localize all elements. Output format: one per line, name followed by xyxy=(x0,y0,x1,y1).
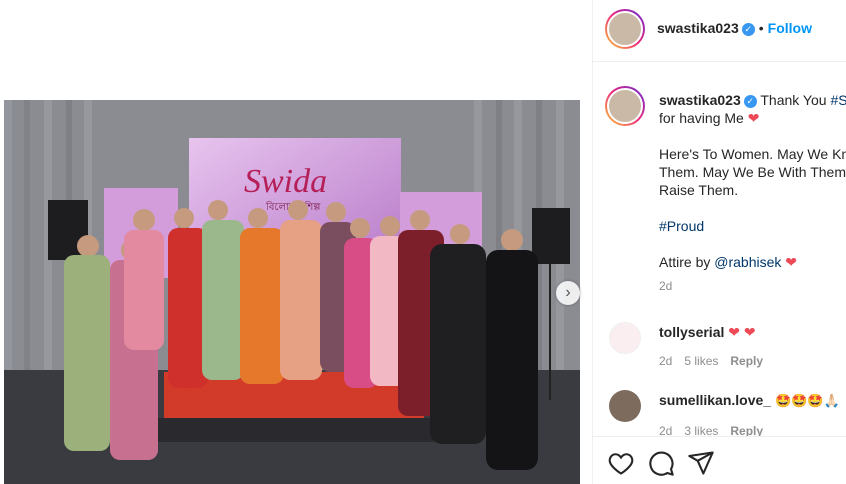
caption-thanks: Thank You xyxy=(760,92,827,108)
reply-button[interactable]: Reply xyxy=(730,354,763,368)
caption-line-1: swastika023✓ Thank You #SU xyxy=(659,91,846,109)
group-photo-illustration: Swida বিলোমক শিল্প xyxy=(4,100,580,484)
heart-emoji-icon: ❤ xyxy=(747,110,760,126)
post-photo[interactable]: Swida বিলোমক শিল্প xyxy=(4,100,580,484)
caption-hashtag-proud[interactable]: #Proud xyxy=(659,217,846,235)
caption-username[interactable]: swastika023 xyxy=(659,92,741,108)
caption-having-me: for having Me xyxy=(659,110,744,126)
commenter-username[interactable]: sumellikan.love_ xyxy=(659,392,771,408)
post-header: swastika023 ✓ • Follow xyxy=(593,0,846,62)
comment-meta: 2d 3 likes Reply xyxy=(659,424,775,436)
commenter-avatar[interactable] xyxy=(609,322,641,354)
comment-text: tollyserial ❤ ❤ xyxy=(659,324,756,341)
caption-para-1: Here's To Women. May We Kno xyxy=(659,146,846,162)
author-username[interactable]: swastika023 xyxy=(657,20,739,36)
author-line: swastika023 ✓ • Follow xyxy=(657,20,812,36)
comment-text: sumellikan.love_ 🤩🤩🤩🙏🏻 xyxy=(659,392,840,409)
caption-timestamp: 2d xyxy=(659,279,673,293)
next-slide-button[interactable]: › xyxy=(556,281,580,305)
caption-line-2: for having Me ❤ xyxy=(659,109,846,127)
caption-attire: Attire by @rabhisek ❤ xyxy=(659,253,846,271)
heart-icon[interactable] xyxy=(607,449,635,477)
avatar-image xyxy=(607,88,643,124)
comment-emoji: ❤ ❤ xyxy=(728,324,756,340)
attire-prefix: Attire by xyxy=(659,254,711,270)
comment-icon[interactable] xyxy=(647,449,675,477)
caption-author-avatar[interactable] xyxy=(605,86,645,126)
comment-time: 2d xyxy=(659,354,673,368)
comment-time: 2d xyxy=(659,424,673,436)
comment-likes[interactable]: 3 likes xyxy=(684,424,718,436)
follow-button[interactable]: Follow xyxy=(768,20,812,36)
comment-likes[interactable]: 5 likes xyxy=(684,354,718,368)
caption-para-3: Raise Them. xyxy=(659,182,739,198)
share-icon[interactable] xyxy=(687,449,715,477)
post-caption: swastika023✓ Thank You #SU for having Me… xyxy=(659,91,846,295)
attire-mention[interactable]: @rabhisek xyxy=(714,254,781,270)
comment-meta: 2d 5 likes Reply xyxy=(659,354,775,368)
verified-icon: ✓ xyxy=(743,94,757,108)
banner-logo: Swida xyxy=(244,163,327,200)
post-side-panel: swastika023 ✓ • Follow swastika023 ✓ Thank Y… xyxy=(592,0,846,484)
chevron-right-icon: › xyxy=(565,284,571,301)
commenter-username[interactable]: tollyserial xyxy=(659,324,724,340)
commenter-avatar[interactable] xyxy=(609,390,641,422)
author-avatar[interactable] xyxy=(605,9,645,49)
heart-emoji-icon: ❤ xyxy=(785,254,798,270)
post-actions-bar xyxy=(593,436,846,484)
reply-button[interactable]: Reply xyxy=(730,424,763,436)
comment-item: sumellikan.love_ 🤩🤩🤩🙏🏻 2d 3 likes Reply xyxy=(593,384,846,436)
post-media: Swida বিলোমক শিল্প › xyxy=(0,0,592,484)
comment-emoji: 🤩🤩🤩🙏🏻 xyxy=(774,393,840,408)
caption-hashtag-su[interactable]: #SU xyxy=(830,92,846,108)
separator-dot: • xyxy=(758,20,764,36)
caption-para-2: Them. May We Be With Them.M xyxy=(659,164,846,180)
verified-icon: ✓ xyxy=(741,22,755,36)
comment-item: tollyserial ❤ ❤ 2d 5 likes Reply xyxy=(593,318,846,368)
avatar-image xyxy=(607,11,643,47)
